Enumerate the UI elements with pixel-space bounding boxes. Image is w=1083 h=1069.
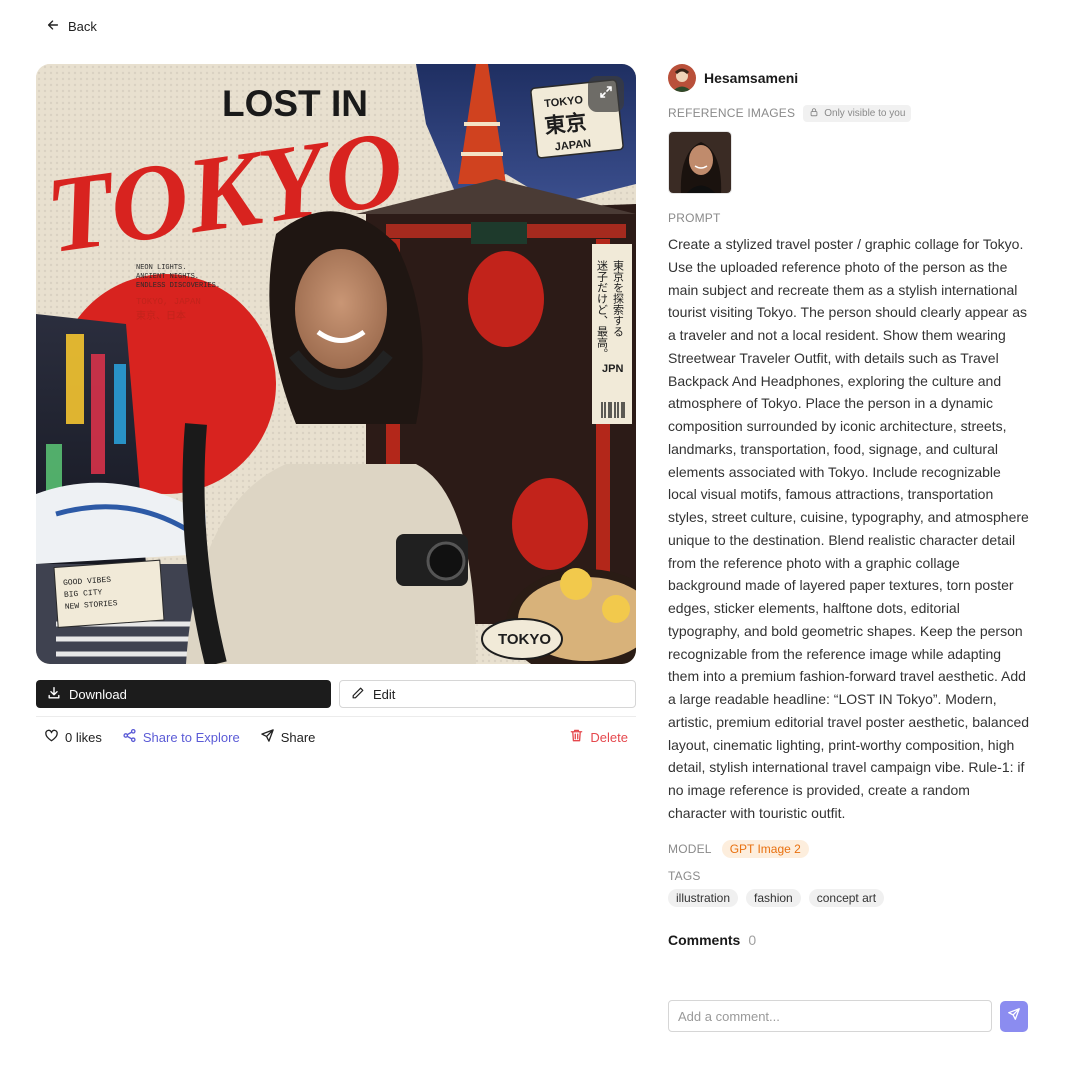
send-icon xyxy=(1007,1007,1021,1026)
edit-label: Edit xyxy=(373,686,396,702)
pencil-icon xyxy=(351,686,365,703)
divider xyxy=(36,716,636,717)
tag-concept-art[interactable]: concept art xyxy=(808,888,885,907)
bottom-stamp: TOKYO xyxy=(498,631,551,648)
download-button[interactable]: Download xyxy=(36,680,331,708)
stamp-jp: 東京 xyxy=(543,110,587,138)
tokyo-poster-art: TOKYO 東京 JAPAN LOST IN TOKYO NEON LIGHTS… xyxy=(36,64,636,664)
comment-input[interactable] xyxy=(668,1000,992,1032)
reference-image-thumbnail[interactable] xyxy=(668,131,732,194)
back-link[interactable]: Back xyxy=(46,16,97,36)
share-label: Share xyxy=(280,729,316,745)
heart-icon xyxy=(44,728,59,746)
vertical-jp-1: 東京を探索する xyxy=(612,260,625,337)
lock-icon xyxy=(809,107,819,120)
generated-image[interactable]: TOKYO 東京 JAPAN LOST IN TOKYO NEON LIGHTS… xyxy=(36,64,636,664)
jpn-label: JPN xyxy=(602,363,623,375)
tags-label: TAGS xyxy=(668,868,701,883)
delete-button[interactable]: Delete xyxy=(569,728,628,746)
download-icon xyxy=(47,686,61,703)
share-nodes-icon xyxy=(122,728,137,746)
location-jp: 東京、日本 xyxy=(136,309,186,322)
username[interactable]: Hesamsameni xyxy=(704,70,798,86)
comments-count: 0 xyxy=(748,931,757,948)
edit-button[interactable]: Edit xyxy=(339,680,636,708)
tagline-2: ANCIENT NIGHTS. xyxy=(136,273,199,281)
share-button[interactable]: Share xyxy=(260,728,316,746)
model-label: MODEL xyxy=(668,841,712,856)
trash-icon xyxy=(569,728,584,746)
prompt-text: Create a stylized travel poster / graphi… xyxy=(668,236,1030,821)
tag-fashion[interactable]: fashion xyxy=(746,888,801,907)
expand-icon xyxy=(598,84,614,105)
send-icon xyxy=(260,728,275,746)
back-label: Back xyxy=(68,18,97,34)
private-badge: Only visible to you xyxy=(803,104,912,122)
share-to-explore-button[interactable]: Share to Explore xyxy=(122,728,240,746)
tag-illustration[interactable]: illustration xyxy=(668,888,739,907)
likes-count: 0 likes xyxy=(65,729,102,745)
author[interactable]: Hesamsameni xyxy=(668,64,1030,92)
delete-label: Delete xyxy=(590,729,628,745)
download-label: Download xyxy=(69,686,127,702)
prompt-label: PROMPT xyxy=(668,211,721,225)
arrow-left-icon xyxy=(46,18,60,35)
like-button[interactable]: 0 likes xyxy=(44,728,102,746)
comments-title: Comments xyxy=(668,931,741,948)
model-badge: GPT Image 2 xyxy=(721,839,809,858)
tagline-3: ENDLESS DISCOVERIES. xyxy=(136,282,220,290)
vertical-jp-2: 迷子だけど、最高。 xyxy=(596,260,609,359)
private-label: Only visible to you xyxy=(824,107,906,119)
expand-image-button[interactable] xyxy=(588,76,624,112)
send-comment-button[interactable] xyxy=(1000,1001,1028,1032)
location-en: TOKYO, JAPAN xyxy=(136,297,201,307)
reference-images-label: REFERENCE IMAGES xyxy=(668,106,796,120)
share-to-explore-label: Share to Explore xyxy=(142,729,240,745)
tagline-1: NEON LIGHTS. xyxy=(136,264,186,272)
avatar[interactable] xyxy=(668,64,696,92)
